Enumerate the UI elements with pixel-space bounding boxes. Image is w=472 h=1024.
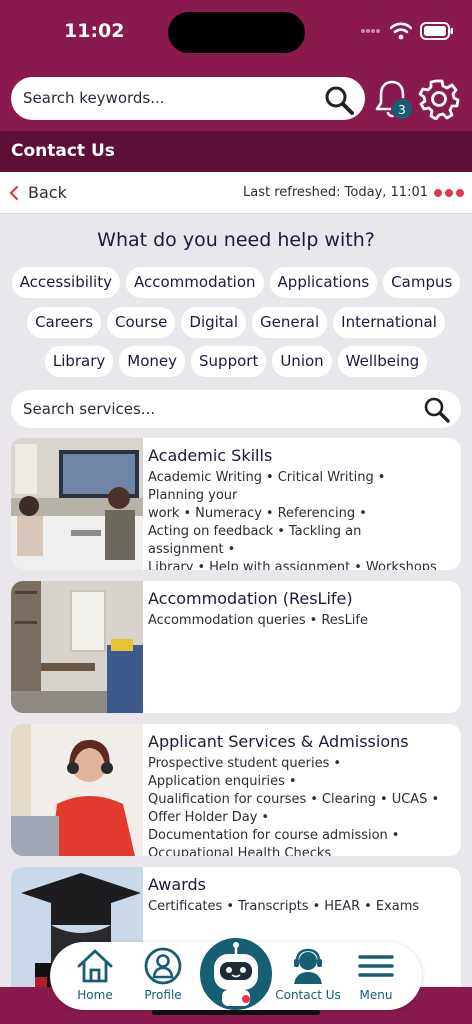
more-options-icon[interactable]: [434, 189, 464, 197]
tag: Clearing: [321, 792, 377, 807]
chatbot-button[interactable]: [197, 935, 275, 1013]
tag: Workshops: [365, 560, 437, 570]
section-header: Contact Us: [0, 131, 472, 172]
back-label: Back: [28, 183, 67, 202]
robot-assistant-icon: [214, 942, 258, 1006]
tag: Certificates: [148, 899, 223, 914]
tag: Exams: [375, 899, 420, 914]
category-chip-support[interactable]: Support: [191, 346, 267, 377]
status-icons: [360, 22, 454, 40]
back-button[interactable]: Back: [8, 183, 67, 202]
tag: Academic Writing: [148, 470, 263, 485]
service-tags: Certificates • Transcripts • HEAR • Exams: [148, 899, 420, 914]
cellular-signal-icon: [361, 29, 380, 33]
notification-badge: 3: [391, 98, 413, 120]
tag: Accommodation queries: [148, 613, 306, 628]
keyword-search-input[interactable]: Search keywords...: [11, 77, 365, 120]
academic-skills-photo: [11, 438, 143, 570]
tag: Library: [148, 560, 194, 570]
search-icon[interactable]: [323, 84, 355, 120]
search-placeholder: Search keywords...: [23, 89, 165, 107]
tag: Acting on feedback: [148, 524, 274, 539]
tab-profile[interactable]: Profile: [128, 946, 198, 1002]
services-search-input[interactable]: Search services...: [11, 390, 461, 428]
home-indicator: [152, 1010, 320, 1015]
category-chip-library[interactable]: Library: [44, 346, 114, 377]
status-time: 11:02: [64, 20, 125, 42]
category-chip-digital[interactable]: Digital: [181, 307, 247, 338]
service-tags: Academic Writing • Critical Writing • Plann…: [148, 469, 455, 570]
profile-icon: [144, 947, 182, 985]
category-chip-accommodation[interactable]: Accommodation: [126, 267, 264, 298]
category-chip-campus[interactable]: Campus: [383, 267, 461, 298]
header: Search keywords... 3: [0, 68, 472, 131]
dynamic-island: [168, 12, 305, 53]
last-refreshed: Last refreshed: Today, 11:01: [242, 185, 428, 200]
category-chip-wellbeing[interactable]: Wellbeing: [337, 346, 428, 377]
status-bar: 11:02: [0, 0, 472, 68]
headset-agent-icon: [294, 948, 322, 984]
chevron-left-icon: [9, 185, 19, 200]
category-chip-international[interactable]: International: [333, 307, 445, 338]
tag: UCAS: [391, 792, 428, 807]
tag: Documentation for course admission: [148, 828, 388, 843]
tag: ResLife: [321, 613, 368, 628]
tag: Offer Holder Day: [148, 810, 258, 825]
tag: Referencing: [277, 506, 356, 521]
service-tags: Prospective student queries • Application…: [148, 755, 455, 856]
tab-label: Contact Us: [275, 988, 341, 1002]
service-title: Accommodation (ResLife): [148, 589, 353, 608]
tag: HEAR: [324, 899, 361, 914]
service-title: Awards: [148, 875, 206, 894]
service-title: Applicant Services & Admissions: [148, 732, 409, 751]
category-row-3: Library Money Support Union Wellbeing: [0, 346, 472, 377]
home-icon: [77, 949, 113, 983]
service-tags: Accommodation queries • ResLife: [148, 613, 368, 628]
tag: Numeracy: [195, 506, 262, 521]
tag: Occupational Health Checks: [148, 846, 332, 856]
category-chip-careers[interactable]: Careers: [27, 307, 102, 338]
tab-contact-us[interactable]: Contact Us: [272, 946, 344, 1002]
applicant-services-photo: [11, 724, 143, 856]
category-chip-accessibility[interactable]: Accessibility: [11, 267, 120, 298]
tab-label: Menu: [359, 988, 393, 1002]
hamburger-menu-icon: [358, 955, 394, 977]
card-body: Applicant Services & Admissions Prospect…: [148, 732, 455, 856]
services-search-placeholder: Search services...: [23, 400, 156, 418]
tag: Transcripts: [237, 899, 309, 914]
tab-label: Profile: [144, 988, 182, 1002]
service-card-accommodation[interactable]: Accommodation (ResLife) Accommodation qu…: [11, 581, 461, 713]
tag: Prospective student queries: [148, 756, 330, 771]
category-row-1: Accessibility Accommodation Applications…: [0, 267, 472, 298]
category-chip-applications[interactable]: Applications: [269, 267, 378, 298]
tag: Help with assignment: [209, 560, 351, 570]
page-title: Contact Us: [11, 141, 115, 161]
tag: Qualification for courses: [148, 792, 307, 807]
service-title: Academic Skills: [148, 446, 273, 465]
tag: Application enquiries: [148, 774, 285, 789]
category-chip-money[interactable]: Money: [119, 346, 186, 377]
battery-icon: [420, 22, 453, 40]
category-chip-course[interactable]: Course: [107, 307, 176, 338]
tab-home[interactable]: Home: [60, 946, 130, 1002]
category-chip-union[interactable]: Union: [272, 346, 332, 377]
nav-row: Back Last refreshed: Today, 11:01: [0, 172, 472, 214]
card-body: Academic Skills Academic Writing • Critica…: [148, 446, 455, 570]
wifi-icon: [390, 22, 412, 40]
category-row-2: Careers Course Digital General Internati…: [0, 307, 472, 338]
tag: Critical Writing: [277, 470, 374, 485]
category-chip-general[interactable]: General: [252, 307, 328, 338]
accommodation-photo: [11, 581, 143, 713]
card-body: Accommodation (ResLife) Accommodation qu…: [148, 589, 455, 713]
tab-label: Home: [77, 988, 113, 1002]
gear-icon[interactable]: [418, 78, 460, 124]
tab-menu[interactable]: Menu: [341, 946, 411, 1002]
service-card-academic-skills[interactable]: Academic Skills Academic Writing • Critica…: [11, 438, 461, 570]
search-icon[interactable]: [423, 396, 451, 428]
help-heading: What do you need help with?: [97, 229, 375, 251]
service-card-applicant-services[interactable]: Applicant Services & Admissions Prospect…: [11, 724, 461, 856]
